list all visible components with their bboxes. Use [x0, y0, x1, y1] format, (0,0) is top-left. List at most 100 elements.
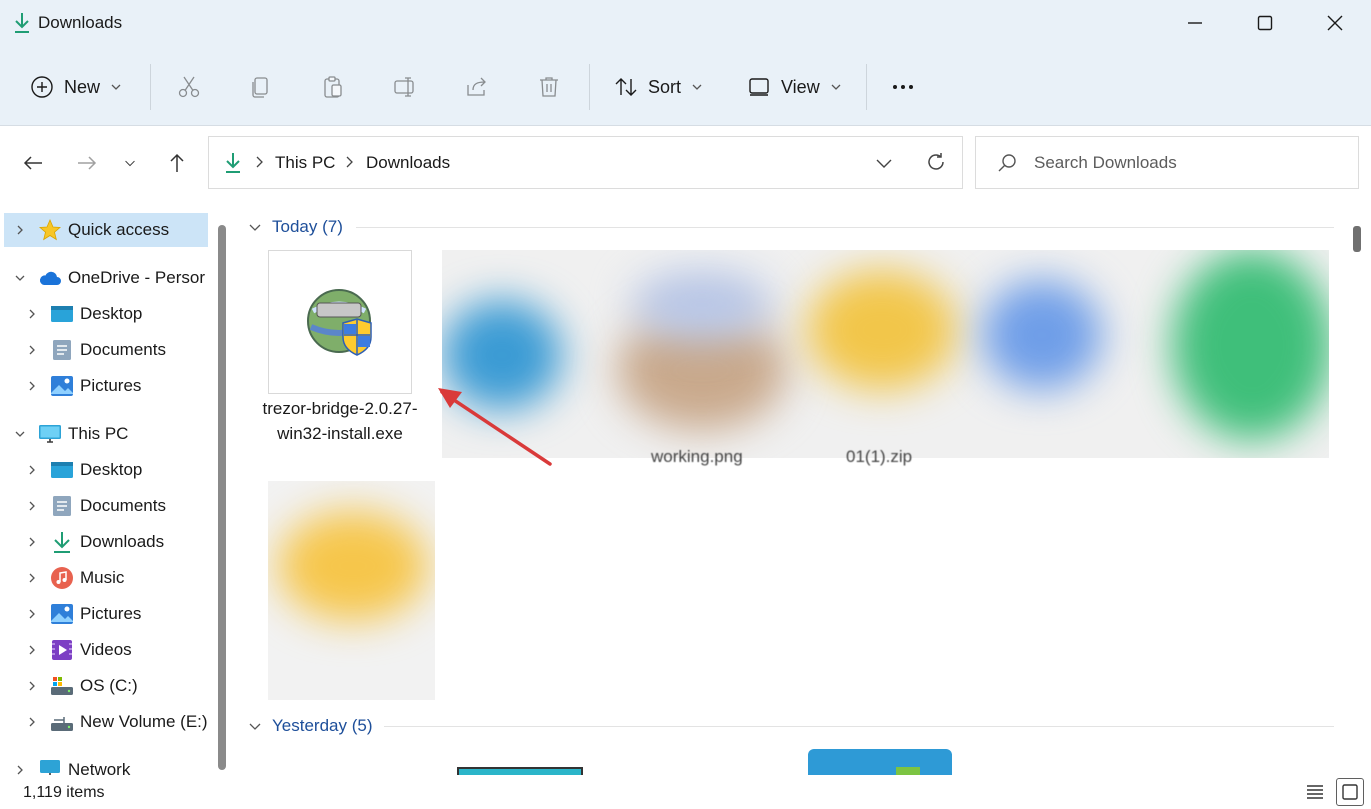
- file-tile[interactable]: [268, 250, 412, 394]
- minimize-button[interactable]: [1172, 8, 1218, 38]
- maximize-icon: [1257, 15, 1273, 31]
- copy-icon: [252, 77, 268, 98]
- blurred-thumbnail[interactable]: [1172, 250, 1329, 440]
- more-options-button[interactable]: [891, 60, 915, 114]
- more-icon: [893, 85, 913, 89]
- chevron-right-icon: [29, 681, 35, 691]
- chevron-down-icon: [111, 84, 121, 90]
- recent-locations-button[interactable]: [113, 146, 147, 180]
- sidebar-item-label: Documents: [80, 496, 166, 515]
- sidebar-item-label: New Volume (E:): [80, 712, 208, 731]
- desktop-folder-icon: [51, 306, 73, 322]
- back-button[interactable]: [16, 146, 50, 180]
- sidebar-item-label: Documents: [80, 340, 166, 359]
- file-thumbnail[interactable]: [808, 749, 952, 775]
- content-scrollbar[interactable]: [1350, 200, 1364, 775]
- chevron-down-icon: [692, 84, 702, 90]
- sort-button[interactable]: Sort: [614, 60, 703, 114]
- sidebar-item-label: This PC: [68, 424, 129, 443]
- sidebar-item-label: Pictures: [80, 376, 142, 395]
- status-bar: 1,119 items: [0, 775, 1371, 809]
- thumbnail-view-icon: [1342, 784, 1358, 800]
- installer-icon: [307, 289, 372, 356]
- divider: [356, 227, 1334, 228]
- sort-label: Sort: [648, 76, 682, 97]
- chevron-right-icon: [29, 537, 35, 547]
- chevron-right-icon: [29, 609, 35, 619]
- group-header-today[interactable]: Today (7): [248, 217, 343, 237]
- divider: [384, 726, 1334, 727]
- cloud-icon: [39, 271, 61, 285]
- partial-file-name[interactable]: working.png: [651, 447, 743, 467]
- chevron-down-icon: [15, 431, 25, 437]
- chevron-down-icon: [15, 275, 25, 281]
- refresh-icon[interactable]: [925, 151, 947, 173]
- breadcrumb-downloads[interactable]: Downloads: [366, 153, 450, 173]
- close-button[interactable]: [1312, 8, 1358, 38]
- sidebar-item-label: Videos: [80, 640, 132, 659]
- chevron-right-icon: [256, 156, 263, 168]
- sidebar-item-pc-pictures[interactable]: Pictures: [0, 597, 210, 631]
- download-icon: [15, 13, 29, 33]
- search-box[interactable]: [975, 136, 1359, 189]
- blurred-thumbnail[interactable]: [268, 481, 435, 700]
- window-header: Downloads New Sort View: [0, 0, 1371, 126]
- thumbnail-detail: [896, 767, 920, 775]
- group-header-yesterday[interactable]: Yesterday (5): [248, 716, 373, 736]
- sidebar-item-onedrive[interactable]: OneDrive - Persor: [0, 261, 210, 295]
- paste-button[interactable]: [321, 60, 345, 114]
- blurred-thumbnail[interactable]: [982, 280, 1102, 390]
- star-icon: [38, 218, 62, 241]
- chevron-right-icon: [346, 156, 353, 168]
- file-thumbnail[interactable]: [457, 767, 583, 775]
- view-button[interactable]: View: [747, 60, 842, 114]
- scrollbar-thumb[interactable]: [1353, 226, 1361, 252]
- sidebar-item-pc-downloads[interactable]: Downloads: [0, 525, 210, 559]
- sidebar-item-label: Pictures: [80, 604, 142, 623]
- sidebar-item-onedrive-desktop[interactable]: Desktop: [0, 297, 210, 331]
- forward-button[interactable]: [70, 146, 104, 180]
- partial-file-name[interactable]: 01(1).zip: [846, 447, 912, 467]
- scrollbar-thumb[interactable]: [218, 225, 226, 770]
- chevron-down-icon: [249, 224, 261, 231]
- sidebar-item-network[interactable]: Network: [0, 753, 210, 775]
- blurred-thumbnails: [442, 250, 1329, 458]
- sidebar-item-this-pc[interactable]: This PC: [0, 417, 210, 451]
- chevron-down-icon: [831, 84, 841, 90]
- navigation-scrollbar[interactable]: [216, 225, 228, 772]
- address-bar[interactable]: This PC Downloads: [208, 136, 963, 189]
- share-button[interactable]: [465, 60, 489, 114]
- sidebar-item-quick-access[interactable]: Quick access: [4, 213, 208, 247]
- up-button[interactable]: [160, 146, 194, 180]
- sidebar-item-label: Quick access: [68, 220, 170, 239]
- blurred-thumbnail[interactable]: [632, 270, 772, 340]
- new-button[interactable]: New: [30, 60, 122, 114]
- file-name[interactable]: trezor-bridge-2.0.27-win32-install.exe: [260, 396, 420, 446]
- sidebar-item-pc-desktop[interactable]: Desktop: [0, 453, 210, 487]
- search-input[interactable]: [1034, 150, 1334, 176]
- delete-button[interactable]: [537, 60, 561, 114]
- network-icon: [40, 760, 60, 775]
- copy-button[interactable]: [249, 60, 273, 114]
- rename-button[interactable]: [393, 60, 417, 114]
- chevron-down-icon[interactable]: [874, 153, 894, 173]
- sidebar-item-pc-documents[interactable]: Documents: [0, 489, 210, 523]
- sidebar-item-onedrive-documents[interactable]: Documents: [0, 333, 210, 367]
- large-icons-view-button[interactable]: [1336, 778, 1364, 806]
- minimize-icon: [1188, 22, 1202, 24]
- documents-icon: [53, 496, 71, 516]
- breadcrumb-this-pc[interactable]: This PC: [275, 153, 335, 173]
- maximize-button[interactable]: [1242, 8, 1288, 38]
- sidebar-item-drive-e[interactable]: New Volume (E:): [0, 705, 210, 739]
- search-icon: [998, 154, 1016, 172]
- sidebar-item-drive-c[interactable]: OS (C:): [0, 669, 210, 703]
- paste-icon: [324, 76, 342, 98]
- sidebar-item-pc-videos[interactable]: Videos: [0, 633, 210, 667]
- sidebar-item-onedrive-pictures[interactable]: Pictures: [0, 369, 210, 403]
- details-view-button[interactable]: [1301, 778, 1329, 806]
- divider: [866, 64, 867, 110]
- blurred-thumbnail[interactable]: [807, 270, 957, 390]
- chevron-right-icon: [29, 717, 35, 727]
- sidebar-item-pc-music[interactable]: Music: [0, 561, 210, 595]
- cut-button[interactable]: [177, 60, 201, 114]
